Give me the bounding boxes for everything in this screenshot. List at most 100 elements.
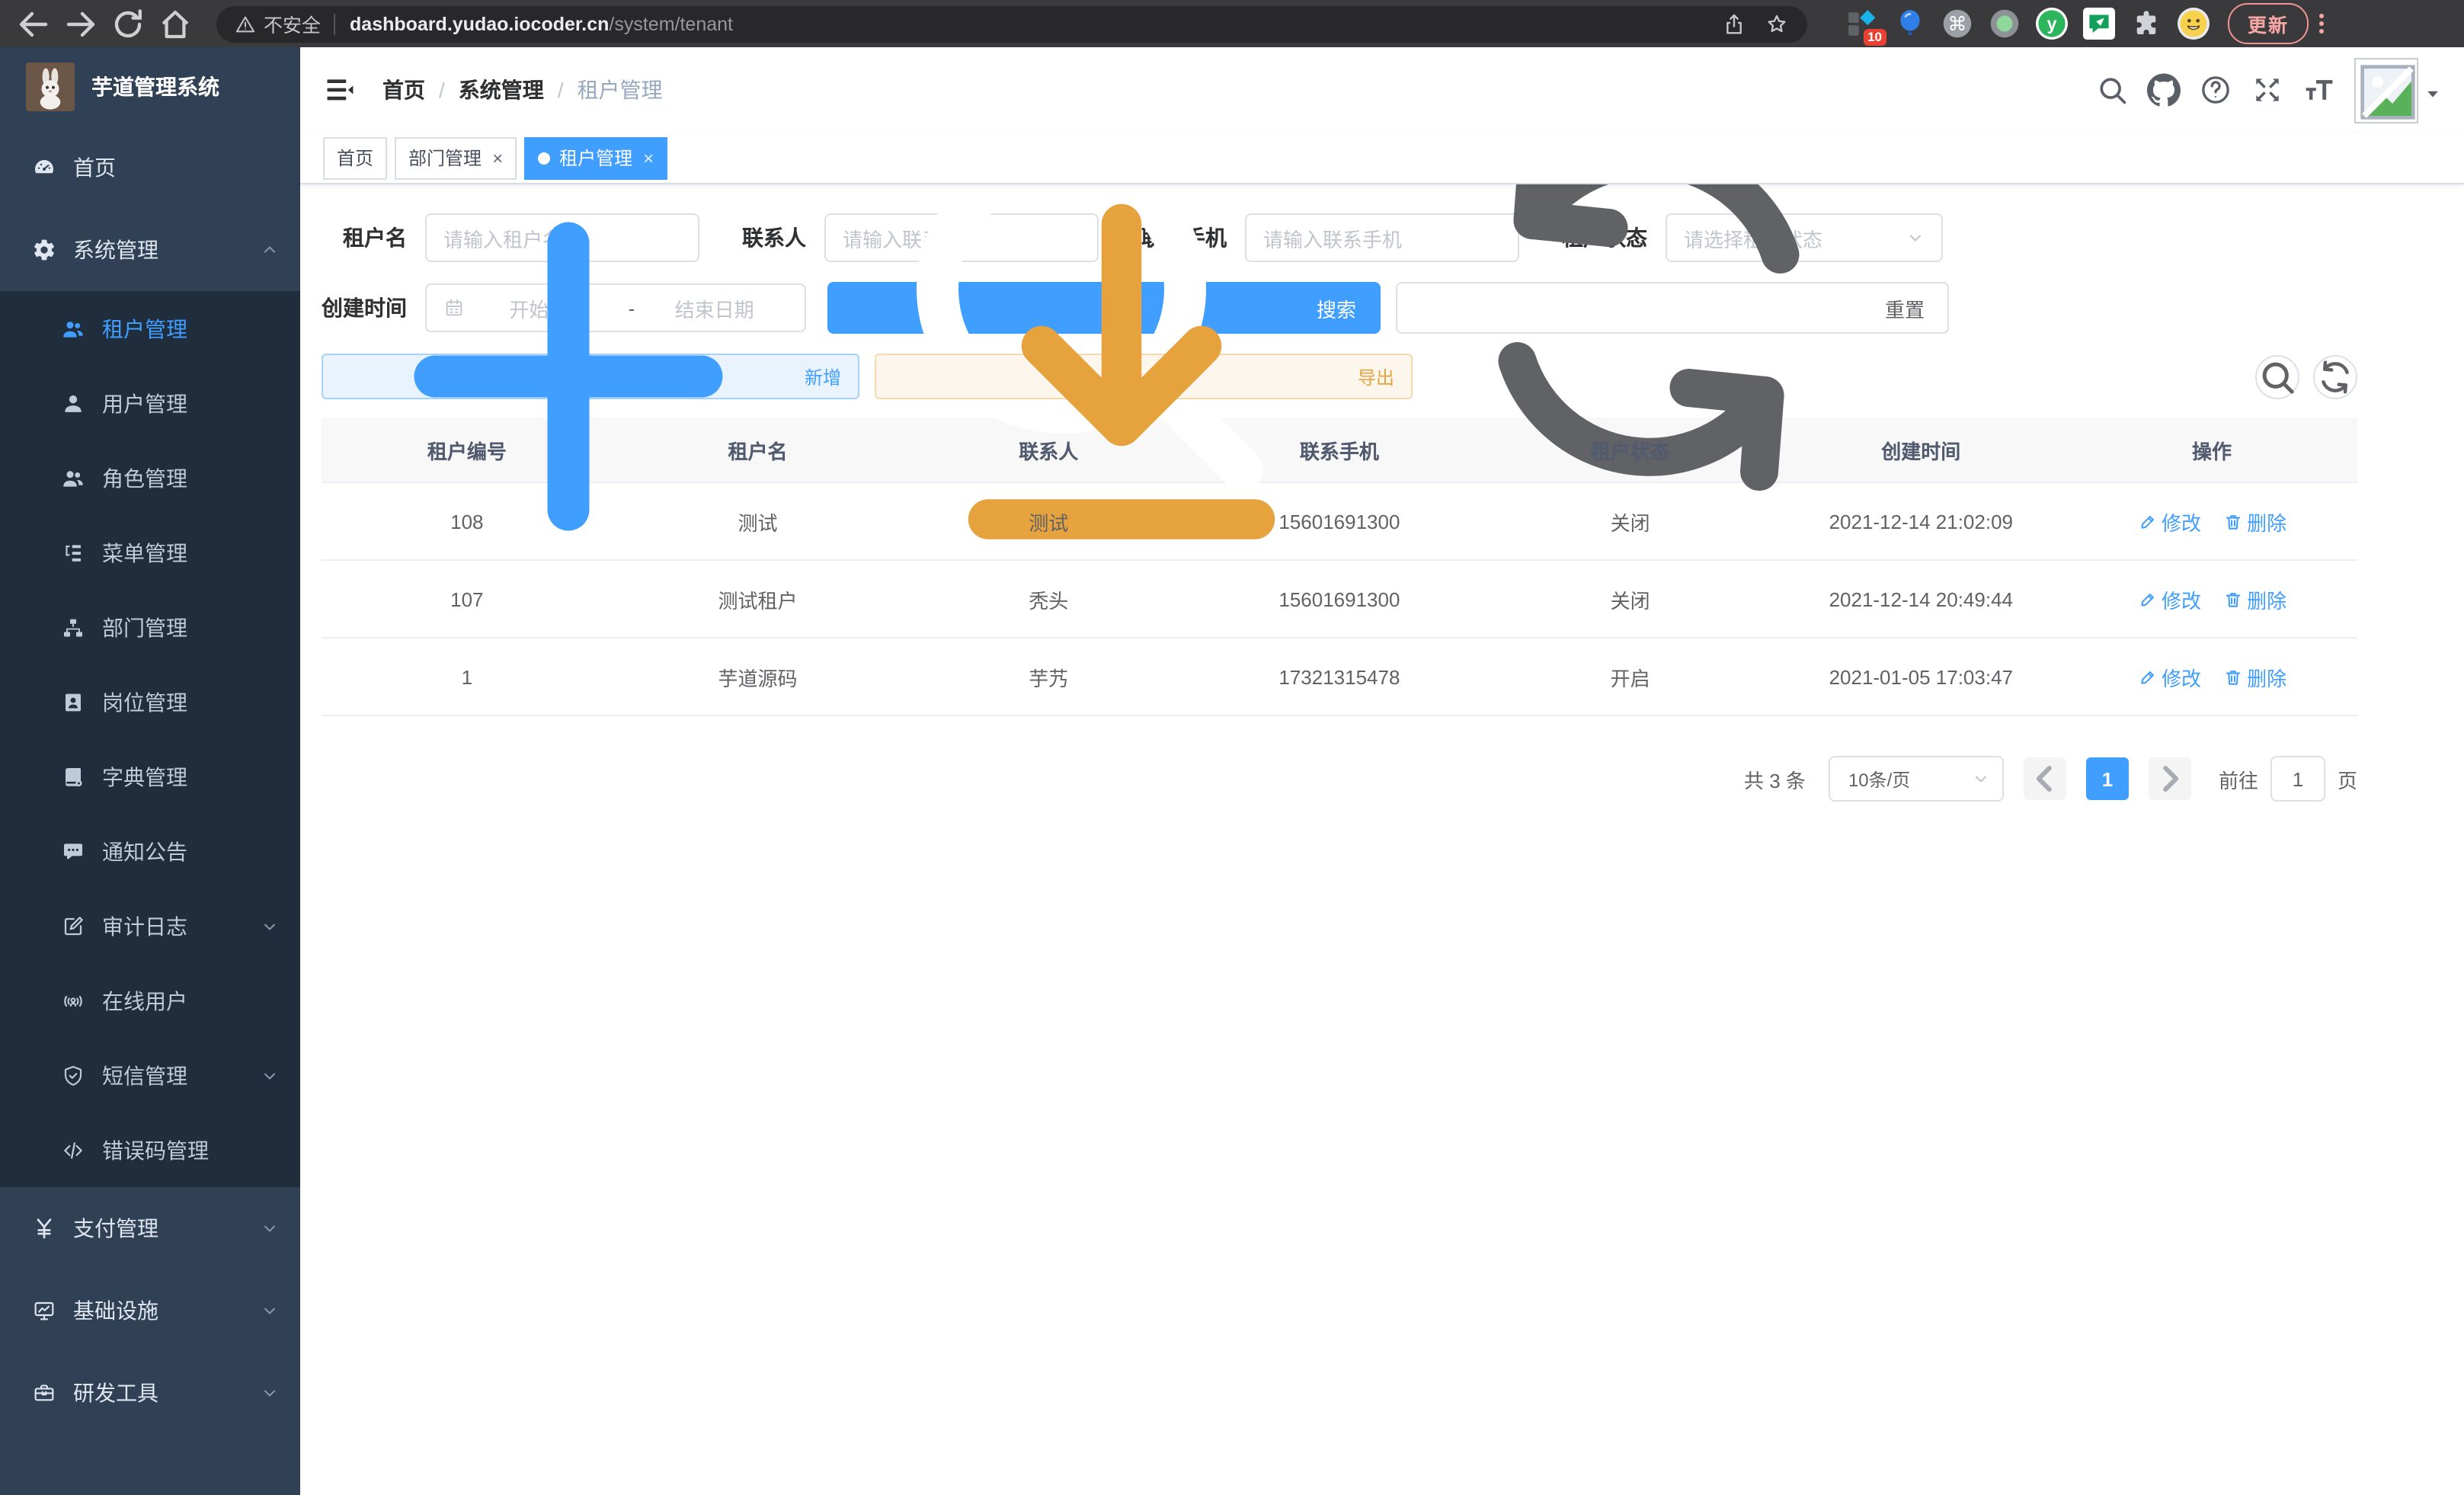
browser-update-button[interactable]: 更新 (2228, 3, 2309, 44)
sidebar-item-部门管理[interactable]: 部门管理 (0, 590, 300, 664)
refresh-table-button[interactable] (2313, 354, 2357, 399)
chevron-down-icon (261, 1219, 279, 1237)
reload-button[interactable] (110, 5, 146, 42)
extension-tabs-icon[interactable]: 10 (1847, 8, 1879, 40)
help-icon[interactable] (2199, 73, 2232, 107)
cell-phone: 17321315478 (1194, 638, 1485, 715)
delete-link[interactable]: 删除 (2222, 507, 2286, 536)
search-icon[interactable] (2095, 73, 2129, 107)
address-bar[interactable]: 不安全 dashboard.yudao.iocoder.cn/system/te… (216, 5, 1807, 42)
github-icon[interactable] (2147, 73, 2181, 107)
share-icon[interactable] (1722, 11, 1746, 36)
edit-link[interactable]: 修改 (2137, 662, 2201, 691)
sidebar-item-在线用户[interactable]: 在线用户 (0, 963, 300, 1038)
sidebar-item-用户管理[interactable]: 用户管理 (0, 366, 300, 440)
svg-text:⌘: ⌘ (1947, 14, 1966, 35)
cell-actions: 修改删除 (2066, 482, 2357, 560)
next-page-button[interactable] (2149, 757, 2191, 800)
profile-avatar[interactable] (2178, 8, 2210, 40)
app-logo-row[interactable]: 芋道管理系统 (0, 47, 300, 126)
tab-close-icon[interactable]: × (643, 149, 654, 167)
extension-yudao-icon[interactable]: y (2036, 8, 2068, 40)
chevron-down-icon (261, 917, 279, 935)
font-size-icon[interactable] (2302, 73, 2336, 107)
sidebar-collapse-icon[interactable] (323, 73, 357, 107)
breadcrumb: 首页 / 系统管理 / 租户管理 (382, 75, 663, 105)
sidebar-item-菜单管理[interactable]: 菜单管理 (0, 515, 300, 590)
sidebar-item-支付管理[interactable]: 支付管理 (0, 1187, 300, 1269)
gear-icon (32, 238, 56, 262)
user-avatar[interactable] (2354, 57, 2418, 123)
sidebar-item-label: 基础设施 (73, 1295, 261, 1326)
sidebar-item-研发工具[interactable]: 研发工具 (0, 1352, 300, 1434)
tab-部门管理[interactable]: 部门管理 × (395, 136, 517, 179)
sidebar-item-首页[interactable]: 首页 (0, 126, 300, 209)
extensions-puzzle-icon[interactable] (2130, 8, 2162, 40)
sidebar-item-通知公告[interactable]: 通知公告 (0, 814, 300, 888)
chevron-down-icon (261, 1066, 279, 1084)
sidebar-item-label: 支付管理 (73, 1213, 261, 1244)
breadcrumb-home[interactable]: 首页 (382, 75, 425, 105)
sidebar-item-label: 短信管理 (102, 1060, 261, 1090)
delete-link[interactable]: 删除 (2222, 584, 2286, 613)
forward-button[interactable] (62, 5, 99, 42)
sidebar-item-基础设施[interactable]: 基础设施 (0, 1269, 300, 1352)
code-icon (61, 1138, 85, 1162)
extension-balloon-icon[interactable] (1894, 8, 1926, 40)
sidebar-item-系统管理[interactable]: 系统管理 (0, 209, 300, 291)
delete-link[interactable]: 删除 (2222, 662, 2286, 691)
tab-close-icon[interactable]: × (492, 149, 503, 167)
extension-chat-icon[interactable] (2083, 8, 2115, 40)
edit-link[interactable]: 修改 (2137, 584, 2201, 613)
sidebar-item-label: 菜单管理 (102, 537, 279, 568)
home-button[interactable] (157, 5, 194, 42)
toggle-search-button[interactable] (2255, 354, 2299, 399)
extension-record-icon[interactable] (1989, 8, 2021, 40)
column-header: 操作 (2066, 418, 2357, 482)
shield-icon (61, 1063, 85, 1087)
tab-首页[interactable]: 首页 (323, 136, 387, 179)
breadcrumb-current: 租户管理 (578, 75, 663, 105)
export-button[interactable]: 导出 (875, 354, 1413, 399)
breadcrumb-system[interactable]: 系统管理 (459, 75, 544, 105)
cell-actions: 修改删除 (2066, 560, 2357, 638)
page-size-select[interactable]: 10条/页 (1829, 756, 2004, 802)
sidebar-item-label: 首页 (73, 152, 279, 183)
prev-page-button[interactable] (2024, 757, 2066, 800)
notice-icon (61, 839, 85, 863)
cell-contact: 芋艿 (903, 638, 1194, 715)
sidebar-item-岗位管理[interactable]: 岗位管理 (0, 664, 300, 739)
user-menu-caret-icon[interactable] (2424, 82, 2441, 98)
extension-command-icon[interactable]: ⌘ (1941, 8, 1973, 40)
monitor-icon (32, 1298, 56, 1323)
sidebar-item-审计日志[interactable]: 审计日志 (0, 888, 300, 963)
fullscreen-icon[interactable] (2251, 73, 2284, 107)
sidebar-item-角色管理[interactable]: 角色管理 (0, 440, 300, 515)
sidebar-item-label: 在线用户 (102, 985, 279, 1016)
download-icon (893, 184, 1358, 605)
current-page-button[interactable]: 1 (2086, 757, 2129, 800)
sidebar-item-短信管理[interactable]: 短信管理 (0, 1038, 300, 1112)
yen-icon (32, 1216, 56, 1240)
browser-toolbar: 不安全 dashboard.yudao.iocoder.cn/system/te… (0, 0, 2464, 47)
sidebar-item-租户管理[interactable]: 租户管理 (0, 291, 300, 366)
cell-created: 2021-01-05 17:03:47 (1775, 638, 2066, 715)
browser-menu-icon[interactable] (2319, 14, 2324, 34)
reset-button[interactable]: 重置 (1396, 282, 1949, 334)
divider (333, 13, 334, 34)
trash-icon (2222, 667, 2247, 687)
back-button[interactable] (15, 5, 52, 42)
bookmark-star-icon[interactable] (1765, 11, 1789, 36)
tag-tabs-bar: 首页部门管理×租户管理× (300, 133, 2464, 184)
edit-link[interactable]: 修改 (2137, 507, 2201, 536)
dashboard-icon (32, 155, 56, 180)
add-button[interactable]: 新增 (322, 354, 859, 399)
tab-label: 部门管理 (408, 145, 482, 171)
sidebar-item-错误码管理[interactable]: 错误码管理 (0, 1112, 300, 1187)
sidebar-item-字典管理[interactable]: 字典管理 (0, 739, 300, 814)
svg-text:y: y (2047, 14, 2057, 34)
tab-租户管理[interactable]: 租户管理× (524, 136, 667, 179)
goto-page-input[interactable]: 1 (2270, 756, 2325, 802)
org-icon (61, 615, 85, 639)
chevron-down-icon (261, 1301, 279, 1320)
